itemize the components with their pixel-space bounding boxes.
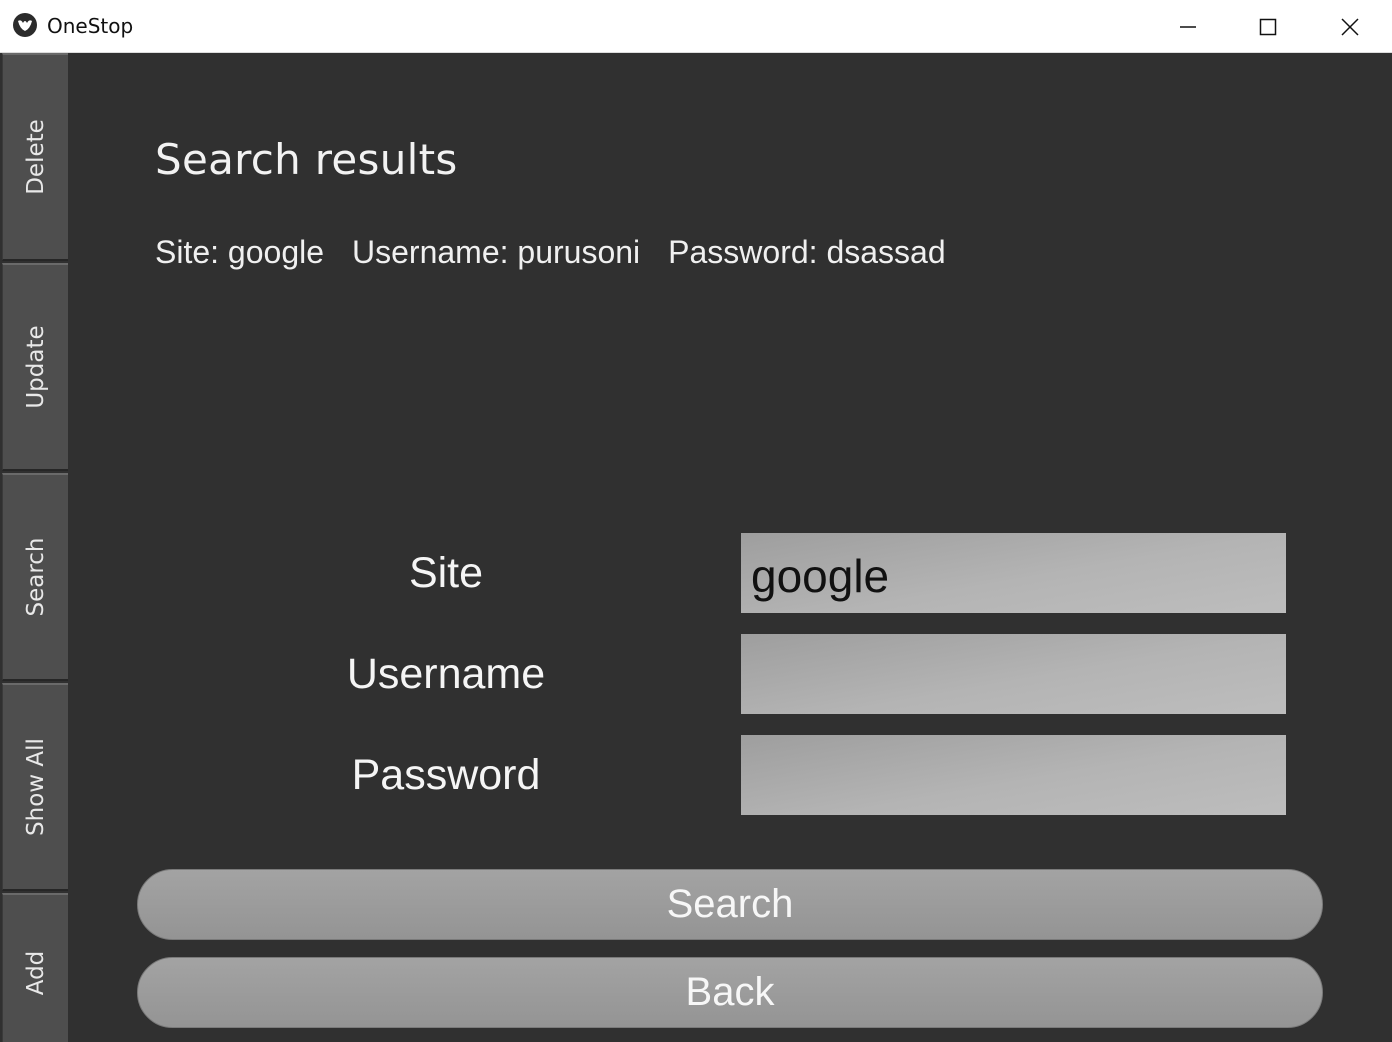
maximize-button[interactable] [1228,0,1308,53]
search-button[interactable]: Search [137,869,1323,940]
app-window: OneStop Delete Update Search Show All Ad… [0,0,1392,1042]
tab-update[interactable]: Update [2,263,68,471]
tab-label: Update [22,325,49,409]
result-site: Site: google [155,234,325,270]
tab-label: Search [22,537,49,617]
close-button[interactable] [1310,0,1390,53]
search-result-line: Site: google Username: purusoni Password: … [155,232,946,272]
username-input[interactable] [741,634,1286,714]
password-label: Password [351,751,541,799]
maximize-icon [1259,18,1277,35]
tab-search[interactable]: Search [2,473,68,681]
site-label: Site [408,549,484,597]
tab-label: Show All [22,738,49,836]
tab-label: Add [22,950,49,996]
result-password: Password: dsassad [668,234,946,270]
title-bar[interactable]: OneStop [0,0,1392,53]
sidebar-tabs: Delete Update Search Show All Add [0,53,69,1042]
back-button[interactable]: Back [137,957,1323,1028]
tab-add[interactable]: Add [2,893,68,1042]
window-title: OneStop [47,14,134,38]
result-username: Username: purusoni [352,234,641,270]
app-logo-icon [13,13,37,37]
tab-show-all[interactable]: Show All [2,683,68,891]
minimize-icon [1180,25,1196,28]
close-icon [1341,17,1359,36]
minimize-button[interactable] [1148,0,1228,53]
tab-label: Delete [22,119,49,195]
tab-delete[interactable]: Delete [2,53,68,261]
username-label: Username [346,650,546,698]
site-input[interactable] [741,533,1286,613]
password-input[interactable] [741,735,1286,815]
page-title: Search results [155,135,458,184]
